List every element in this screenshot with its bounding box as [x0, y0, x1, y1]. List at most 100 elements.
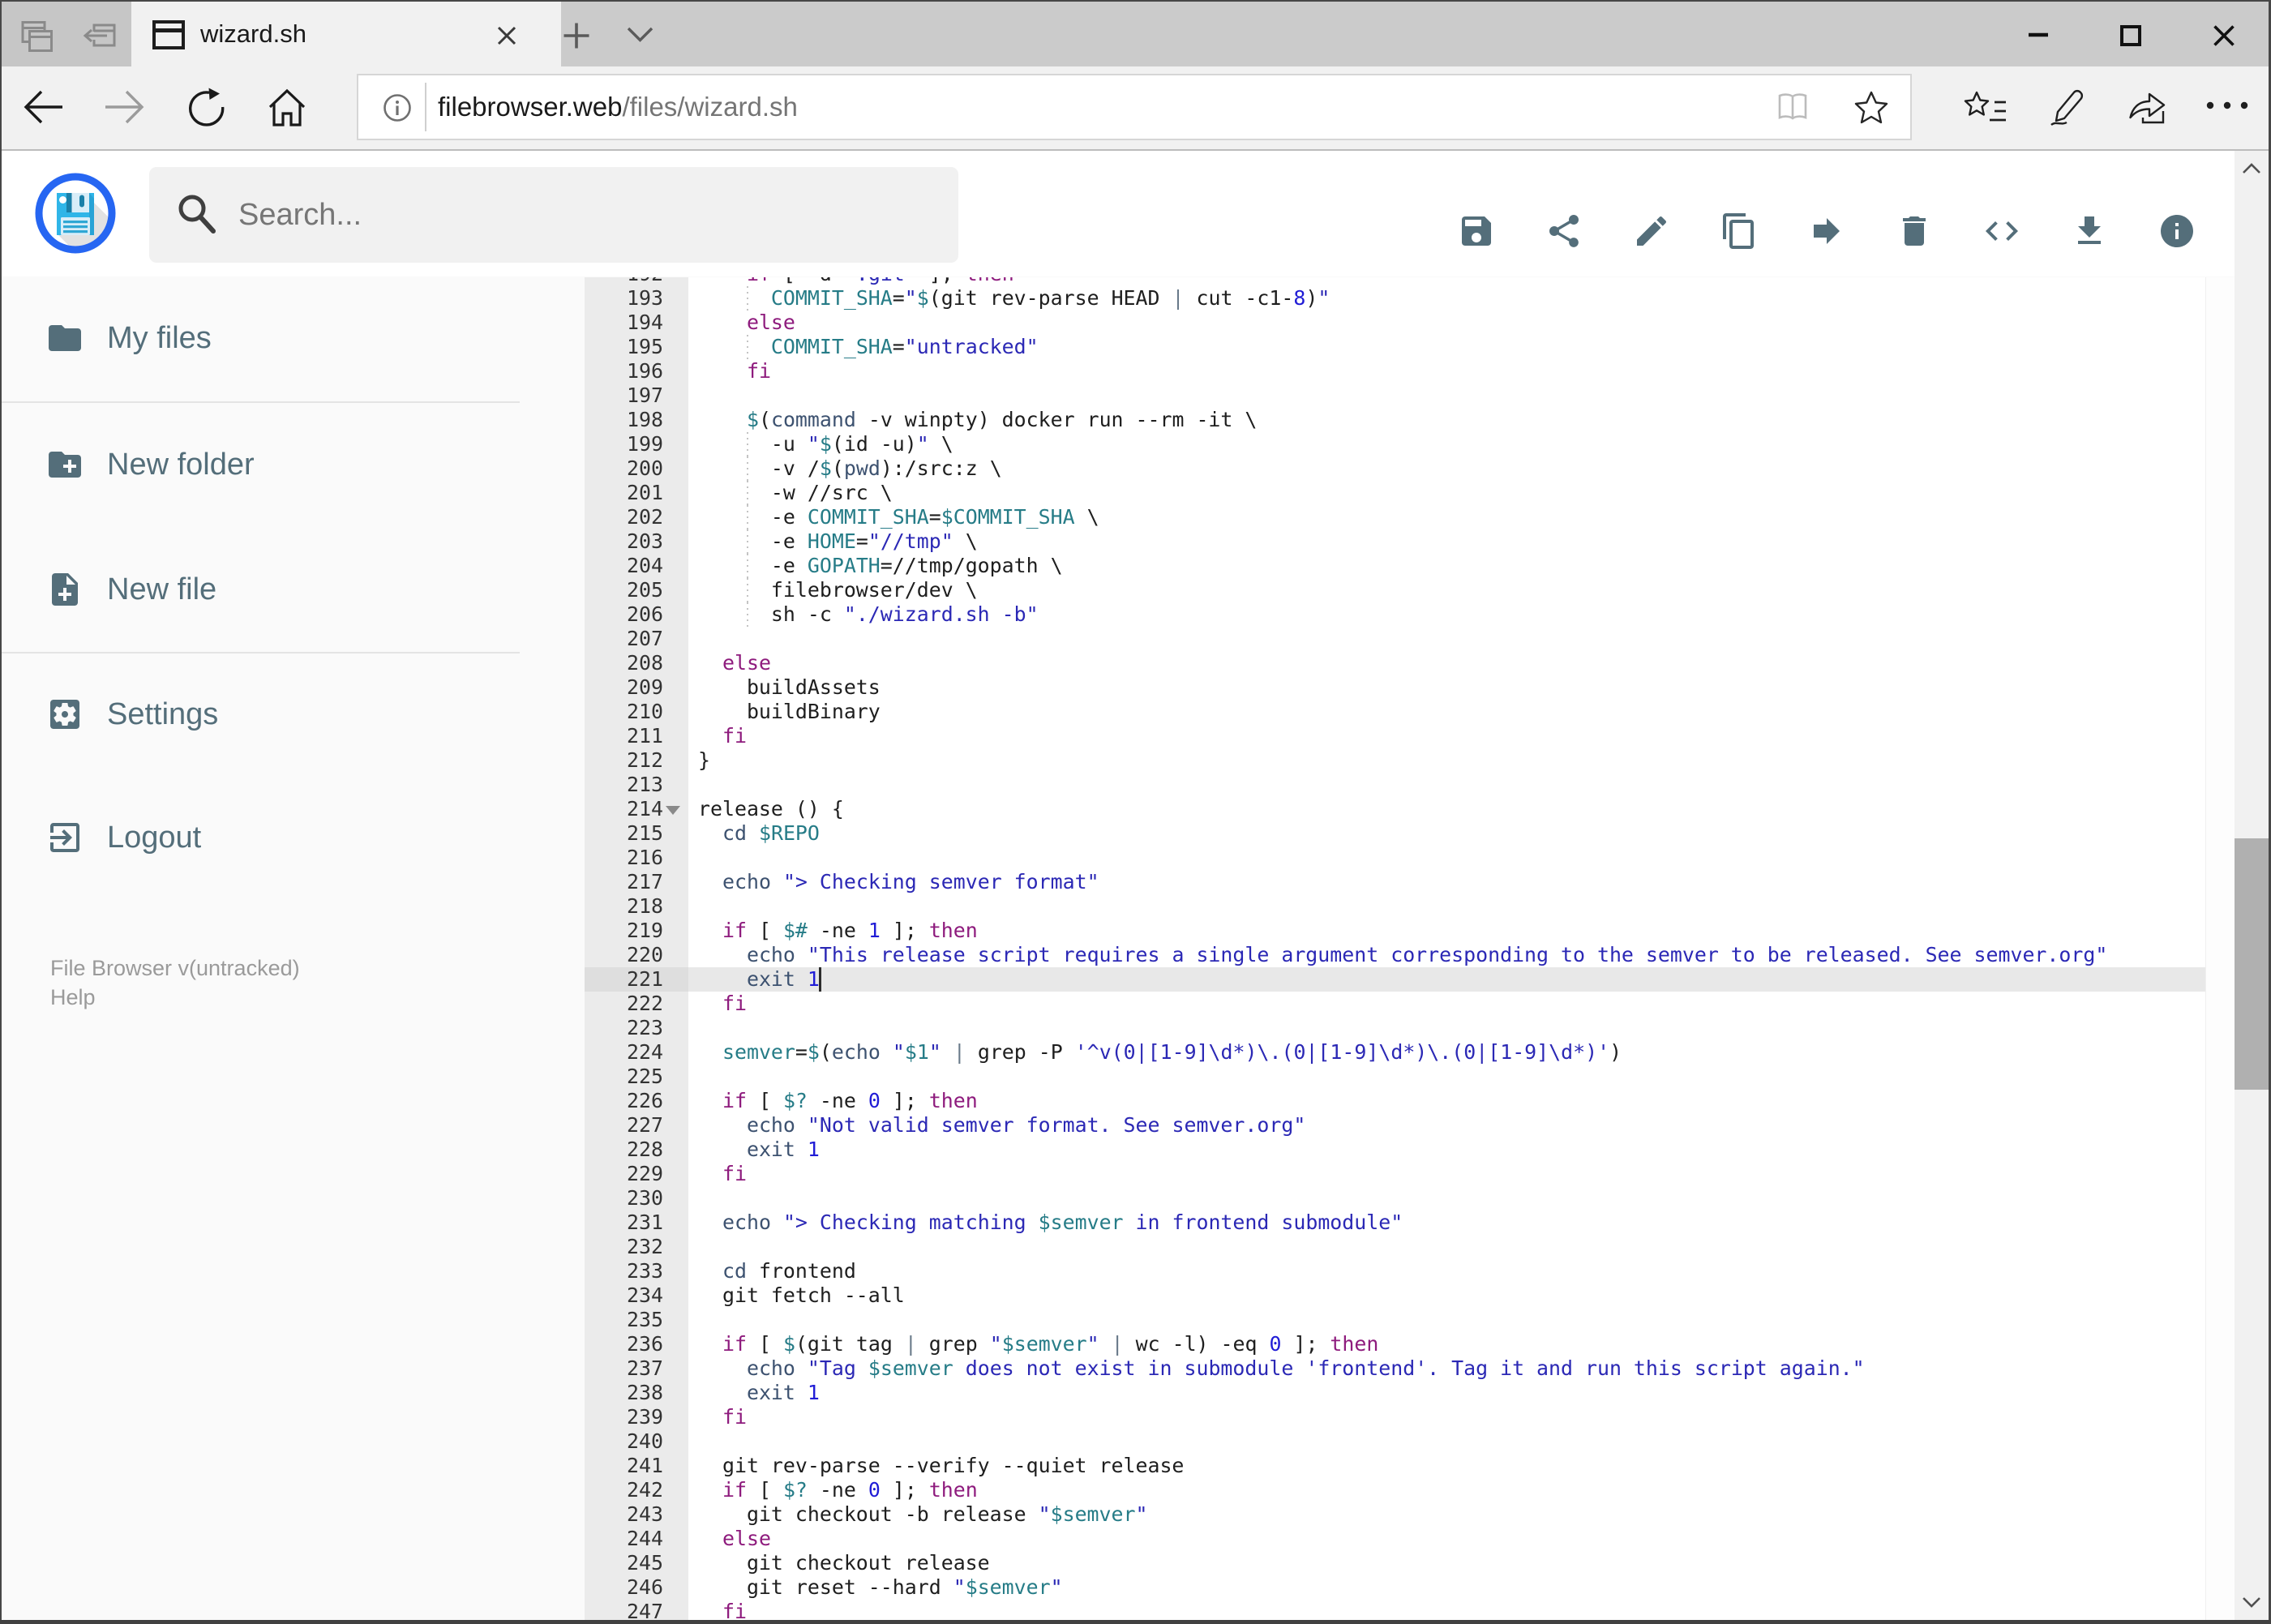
gutter-line-number[interactable]: 232: [585, 1235, 663, 1259]
gutter-line-number[interactable]: 246: [585, 1575, 663, 1600]
delete-button[interactable]: [1895, 212, 1934, 251]
filebrowser-logo[interactable]: [34, 172, 117, 255]
code-line[interactable]: else: [688, 651, 2205, 675]
gutter-line-number[interactable]: 214: [585, 797, 663, 821]
gutter-line-number[interactable]: 202: [585, 505, 663, 529]
share-icon[interactable]: [2127, 87, 2167, 127]
gutter-line-number[interactable]: 229: [585, 1162, 663, 1186]
code-line[interactable]: echo "> Checking semver format": [688, 870, 2205, 894]
code-line[interactable]: exit 1: [688, 1381, 2205, 1405]
more-options-icon[interactable]: [2204, 101, 2251, 110]
scrollbar-thumb[interactable]: [2235, 838, 2269, 1090]
code-line[interactable]: echo "This release script requires a sin…: [688, 943, 2205, 967]
code-line[interactable]: release () {: [688, 797, 2205, 821]
gutter-line-number[interactable]: 235: [585, 1308, 663, 1332]
code-line[interactable]: -u "$(id -u)" \: [688, 432, 2205, 456]
code-line[interactable]: else: [688, 311, 2205, 335]
code-editor[interactable]: 1921931941951961971981992002012022032042…: [585, 277, 2235, 1620]
code-line[interactable]: }: [688, 748, 2205, 773]
sidebar-item-my-files[interactable]: My files: [2, 298, 520, 379]
code-line[interactable]: cd frontend: [688, 1259, 2205, 1283]
gutter-line-number[interactable]: 236: [585, 1332, 663, 1356]
gutter-line-number[interactable]: 217: [585, 870, 663, 894]
code-line[interactable]: fi: [688, 1162, 2205, 1186]
code-line[interactable]: [688, 846, 2205, 870]
copy-button[interactable]: [1720, 212, 1759, 251]
code-line[interactable]: fi: [688, 1405, 2205, 1429]
gutter-line-number[interactable]: 212: [585, 748, 663, 773]
gutter-line-number[interactable]: 247: [585, 1600, 663, 1620]
code-line[interactable]: semver=$(echo "$1" | grep -P '^v(0|[1-9]…: [688, 1040, 2205, 1065]
save-button[interactable]: [1457, 212, 1496, 251]
gutter-line-number[interactable]: 197: [585, 384, 663, 408]
gutter-line-number[interactable]: 210: [585, 700, 663, 724]
code-line[interactable]: else: [688, 1527, 2205, 1551]
gutter-line-number[interactable]: 192: [585, 277, 663, 286]
gutter-line-number[interactable]: 205: [585, 578, 663, 602]
gutter-line-number[interactable]: 215: [585, 821, 663, 846]
forward-icon[interactable]: [104, 87, 144, 127]
page-scrollbar[interactable]: [2235, 151, 2269, 1620]
code-line[interactable]: [688, 1016, 2205, 1040]
code-line[interactable]: [688, 1186, 2205, 1211]
code-line[interactable]: git rev-parse --verify --quiet release: [688, 1454, 2205, 1478]
code-line[interactable]: [688, 627, 2205, 651]
code-line[interactable]: exit 1: [688, 1138, 2205, 1162]
scrollbar-up-button[interactable]: [2235, 151, 2269, 186]
gutter-line-number[interactable]: 242: [585, 1478, 663, 1502]
code-line[interactable]: -e HOME="//tmp" \: [688, 529, 2205, 554]
gutter-line-number[interactable]: 237: [585, 1356, 663, 1381]
search-box[interactable]: Search...: [149, 167, 958, 263]
code-line[interactable]: git checkout -b release "$semver": [688, 1502, 2205, 1527]
code-line[interactable]: COMMIT_SHA="$(git rev-parse HEAD | cut -…: [688, 286, 2205, 311]
code-line[interactable]: [688, 1308, 2205, 1332]
sidebar-item-new-file[interactable]: New file: [2, 549, 520, 630]
gutter-line-number[interactable]: 211: [585, 724, 663, 748]
gutter-line-number[interactable]: 200: [585, 456, 663, 481]
move-button[interactable]: [1807, 212, 1846, 251]
gutter-line-number[interactable]: 230: [585, 1186, 663, 1211]
code-line[interactable]: echo "Not valid semver format. See semve…: [688, 1113, 2205, 1138]
gutter-line-number[interactable]: 243: [585, 1502, 663, 1527]
gutter-line-number[interactable]: 216: [585, 846, 663, 870]
gutter-line-number[interactable]: 204: [585, 554, 663, 578]
web-note-pen-icon[interactable]: [2046, 88, 2087, 126]
gutter-line-number[interactable]: 198: [585, 408, 663, 432]
window-close-icon[interactable]: [2213, 25, 2235, 46]
gutter-line-number[interactable]: 195: [585, 335, 663, 359]
code-line[interactable]: fi: [688, 359, 2205, 384]
code-line[interactable]: COMMIT_SHA="untracked": [688, 335, 2205, 359]
home-icon[interactable]: [267, 88, 307, 128]
tab-close-icon[interactable]: [497, 26, 516, 45]
gutter-line-number[interactable]: 245: [585, 1551, 663, 1575]
window-maximize-icon[interactable]: [2120, 25, 2141, 46]
gutter-line-number[interactable]: 241: [585, 1454, 663, 1478]
gutter-line-number[interactable]: 206: [585, 602, 663, 627]
code-line[interactable]: echo "Tag $semver does not exist in subm…: [688, 1356, 2205, 1381]
code-line[interactable]: -v /$(pwd):/src:z \: [688, 456, 2205, 481]
gutter-line-number[interactable]: 231: [585, 1211, 663, 1235]
gutter-line-number[interactable]: 228: [585, 1138, 663, 1162]
gutter-line-number[interactable]: 223: [585, 1016, 663, 1040]
tabs-set-aside-icon[interactable]: [78, 19, 117, 54]
code-line[interactable]: [688, 1065, 2205, 1089]
fold-widget-icon[interactable]: [666, 805, 680, 815]
tab-preview-chevron-icon[interactable]: [627, 27, 653, 43]
gutter-line-number[interactable]: 194: [585, 311, 663, 335]
code-line[interactable]: exit 1: [688, 967, 2205, 992]
code-line[interactable]: fi: [688, 1600, 2205, 1620]
code-line[interactable]: fi: [688, 992, 2205, 1016]
rename-button[interactable]: [1632, 212, 1671, 251]
code-line[interactable]: git reset --hard "$semver": [688, 1575, 2205, 1600]
gutter-line-number[interactable]: 226: [585, 1089, 663, 1113]
code-line[interactable]: [688, 1235, 2205, 1259]
download-button[interactable]: [2070, 212, 2109, 251]
sidebar-item-new-folder[interactable]: New folder: [2, 424, 520, 505]
code-line[interactable]: [688, 773, 2205, 797]
site-info-icon[interactable]: [383, 93, 412, 122]
code-line[interactable]: if [ $? -ne 0 ]; then: [688, 1089, 2205, 1113]
gutter-line-number[interactable]: 234: [585, 1283, 663, 1308]
gutter-line-number[interactable]: 203: [585, 529, 663, 554]
url-text[interactable]: filebrowser.web/files/wizard.sh: [438, 75, 798, 139]
code-line[interactable]: sh -c "./wizard.sh -b": [688, 602, 2205, 627]
